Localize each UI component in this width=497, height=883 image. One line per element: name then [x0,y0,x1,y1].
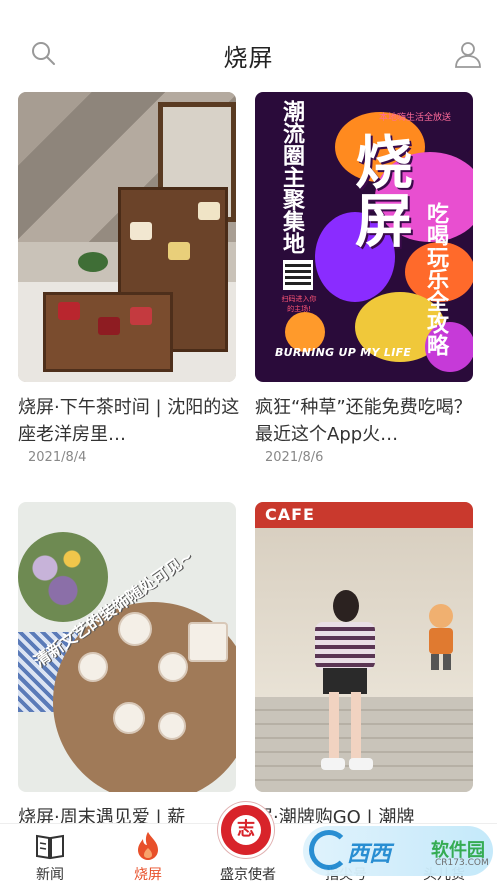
card-date: 2021/8/4 [28,450,87,465]
site-watermark: 西西 软件园 CR173.COM [303,826,493,876]
card-title[interactable]: 烧屏·下午茶时间 | 沈阳的这座老洋房里… [18,394,248,448]
store-sign: CAFE [265,505,315,524]
tab-label: 新闻 [36,867,64,883]
poster-qr-text: 扫码进入你的主场! [281,295,317,313]
storefront-photo: CAFE [255,502,473,792]
mascot-figure [429,604,453,670]
book-icon [36,834,64,860]
tab-shaoping[interactable]: 烧屏 [108,824,188,883]
page-title: 烧屏 [223,44,274,72]
flame-icon [138,832,158,860]
user-icon[interactable] [454,40,482,68]
article-card[interactable]: 潮流圈主聚集地 烧屏 吃喝玩乐全攻略 本地嗨生活全放送 扫码进入你的主场! BU… [255,92,473,465]
tab-news[interactable]: 新闻 [10,824,90,883]
emblem-icon[interactable]: 志 [218,802,274,858]
poster-image: 潮流圈主聚集地 烧屏 吃喝玩乐全攻略 本地嗨生活全放送 扫码进入你的主场! BU… [255,92,473,382]
card-date: 2021/8/6 [265,450,324,465]
watermark-logo-icon [309,830,349,870]
article-card[interactable]: CAFE 屏·潮牌购GO | 潮牌 [255,502,473,831]
tab-label: 盛京使者 [220,867,276,883]
poster-slogan-left: 潮流圈主聚集地 [279,100,304,254]
watermark-name: 西西 [347,842,392,867]
flatlay-photo: 清新文艺的装饰随处可见~ [18,502,236,792]
article-card[interactable]: 清新文艺的装饰随处可见~ 烧屏·周末遇见爱 | 薪 [18,502,236,831]
poster-tag: 本地嗨生活全放送 [378,113,451,123]
watermark-url: CR173.COM [435,858,489,868]
qr-code-icon [283,260,313,290]
article-card[interactable]: 烧屏·下午茶时间 | 沈阳的这座老洋房里… 2021/8/4 [18,92,239,465]
card-title[interactable]: 疯狂“种草”还能免费吃喝？最近这个App火… [255,394,485,448]
poster-english: BURNING UP MY LIFE [275,346,412,359]
top-header: 烧屏 [0,0,497,92]
poster-big-title: 烧屏 [345,132,413,248]
tab-label: 烧屏 [134,867,162,883]
afternoon-tea-photo [18,92,236,382]
poster-slogan-right: 吃喝玩乐全攻略 [423,202,448,356]
